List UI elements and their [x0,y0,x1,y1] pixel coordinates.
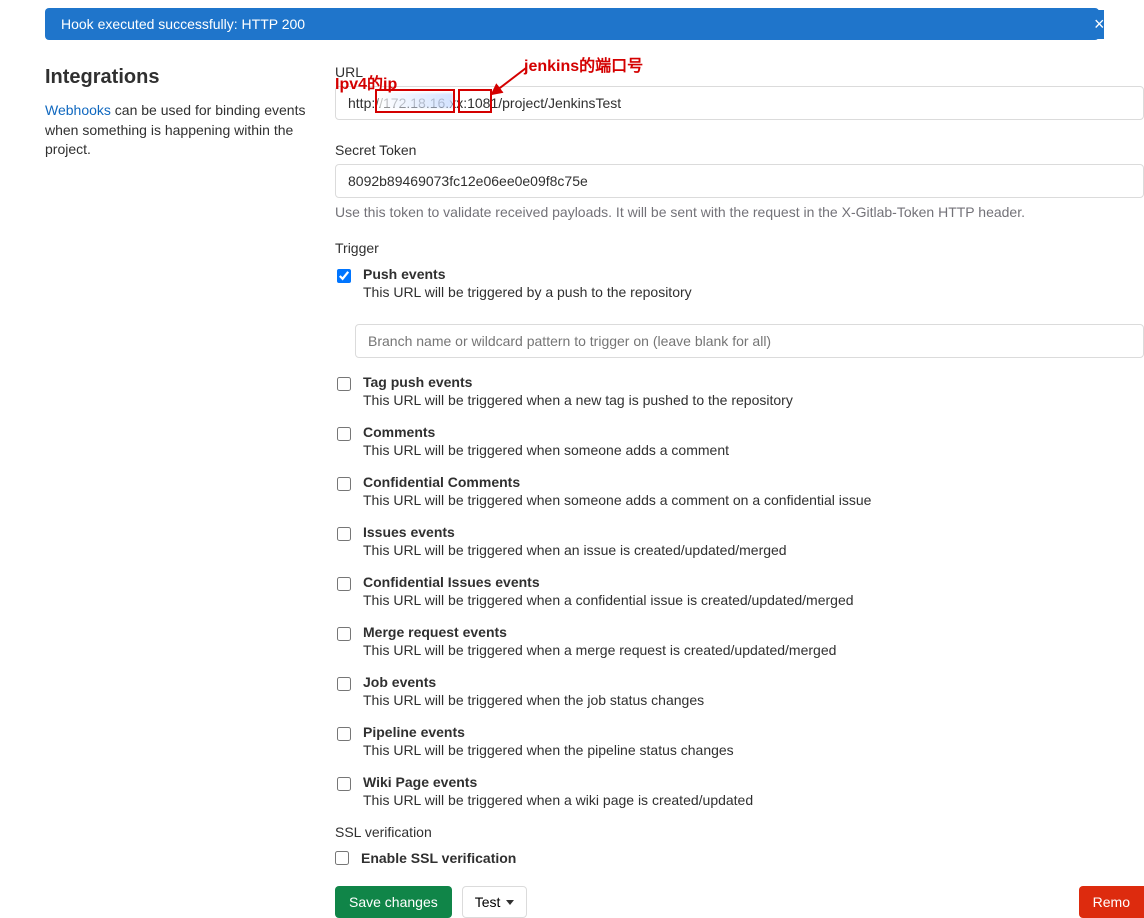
trigger-title: Job events [363,674,1144,690]
trigger-checkbox-comments[interactable] [337,427,351,441]
trigger-description: This URL will be triggered when the pipe… [363,742,1144,758]
trigger-text: Job events This URL will be triggered whe… [363,674,1144,708]
page-title: Integrations [45,66,311,89]
ssl-checkbox[interactable] [335,851,349,865]
triggers-list: Push events This URL will be triggered by… [335,266,1144,808]
trigger-title: Pipeline events [363,724,1144,740]
secret-token-input[interactable] [335,164,1144,198]
chevron-down-icon [506,900,514,905]
trigger-description: This URL will be triggered when a confid… [363,592,1144,608]
form-actions: Save changes Test Remo [335,886,1144,918]
trigger-text: Merge request events This URL will be tri… [363,624,1144,658]
trigger-checkbox-merge_request[interactable] [337,627,351,641]
secret-token-help: Use this token to validate received payl… [335,204,1144,220]
trigger-title: Confidential Comments [363,474,1144,490]
trigger-text: Pipeline events This URL will be triggere… [363,724,1144,758]
ssl-section-label: SSL verification [335,824,1144,840]
trigger-title: Merge request events [363,624,1144,640]
save-button[interactable]: Save changes [335,886,452,918]
page-container: Hook executed successfully: HTTP 200 × I… [0,0,1144,918]
secret-token-label: Secret Token [335,142,1144,158]
webhooks-link[interactable]: Webhooks [45,102,111,118]
trigger-description: This URL will be triggered by a push to … [363,284,1144,300]
trigger-checkbox-job[interactable] [337,677,351,691]
trigger-title: Wiki Page events [363,774,1144,790]
alert-text: Hook executed successfully: HTTP 200 [61,16,305,32]
trigger-description: This URL will be triggered when a merge … [363,642,1144,658]
trigger-item-merge_request: Merge request events This URL will be tri… [335,624,1144,658]
trigger-text: Confidential Issues events This URL will … [363,574,1144,608]
trigger-text: Push events This URL will be triggered by… [363,266,1144,300]
trigger-item-pipeline: Pipeline events This URL will be triggere… [335,724,1144,758]
trigger-description: This URL will be triggered when an issue… [363,542,1144,558]
trigger-checkbox-tag_push[interactable] [337,377,351,391]
trigger-checkbox-confidential_issues[interactable] [337,577,351,591]
trigger-description: This URL will be triggered when someone … [363,492,1144,508]
trigger-checkbox-wiki[interactable] [337,777,351,791]
ssl-checkbox-label[interactable]: Enable SSL verification [361,850,516,866]
trigger-title: Confidential Issues events [363,574,1144,590]
trigger-item-confidential_issues: Confidential Issues events This URL will … [335,574,1144,608]
trigger-text: Wiki Page events This URL will be trigger… [363,774,1144,808]
close-icon[interactable]: × [1094,10,1104,39]
trigger-text: Tag push events This URL will be triggere… [363,374,1144,408]
trigger-item-wiki: Wiki Page events This URL will be trigger… [335,774,1144,808]
test-button-label: Test [475,894,501,910]
trigger-checkbox-issues[interactable] [337,527,351,541]
trigger-description: This URL will be triggered when a new ta… [363,392,1144,408]
trigger-item-comments: Comments This URL will be triggered when … [335,424,1144,458]
trigger-item-issues: Issues events This URL will be triggered … [335,524,1144,558]
success-alert: Hook executed successfully: HTTP 200 × [45,8,1099,40]
trigger-checkbox-push[interactable] [337,269,351,283]
remove-button[interactable]: Remo [1079,886,1144,918]
trigger-item-job: Job events This URL will be triggered whe… [335,674,1144,708]
trigger-text: Comments This URL will be triggered when … [363,424,1144,458]
url-label: URL [335,64,1144,80]
trigger-item-confidential_comments: Confidential Comments This URL will be tr… [335,474,1144,508]
trigger-description: This URL will be triggered when the job … [363,692,1144,708]
trigger-section-label: Trigger [335,240,1144,256]
main-layout: Integrations Webhooks can be used for bi… [0,48,1144,918]
trigger-title: Tag push events [363,374,1144,390]
trigger-description: This URL will be triggered when a wiki p… [363,792,1144,808]
url-input[interactable] [335,86,1144,120]
trigger-checkbox-pipeline[interactable] [337,727,351,741]
trigger-text: Issues events This URL will be triggered … [363,524,1144,558]
webhook-form: URL Secret Token Use this token to valid… [335,48,1144,918]
trigger-title: Comments [363,424,1144,440]
trigger-title: Push events [363,266,1144,282]
trigger-item-tag_push: Tag push events This URL will be triggere… [335,374,1144,408]
integrations-sidebar: Integrations Webhooks can be used for bi… [45,48,335,918]
trigger-item-push: Push events This URL will be triggered by… [335,266,1144,300]
ssl-section: SSL verification Enable SSL verification [335,824,1144,866]
sidebar-description: Webhooks can be used for binding events … [45,101,311,160]
trigger-checkbox-confidential_comments[interactable] [337,477,351,491]
test-dropdown-button[interactable]: Test [462,886,528,918]
trigger-title: Issues events [363,524,1144,540]
branch-filter-input[interactable] [355,324,1144,358]
trigger-text: Confidential Comments This URL will be tr… [363,474,1144,508]
trigger-description: This URL will be triggered when someone … [363,442,1144,458]
